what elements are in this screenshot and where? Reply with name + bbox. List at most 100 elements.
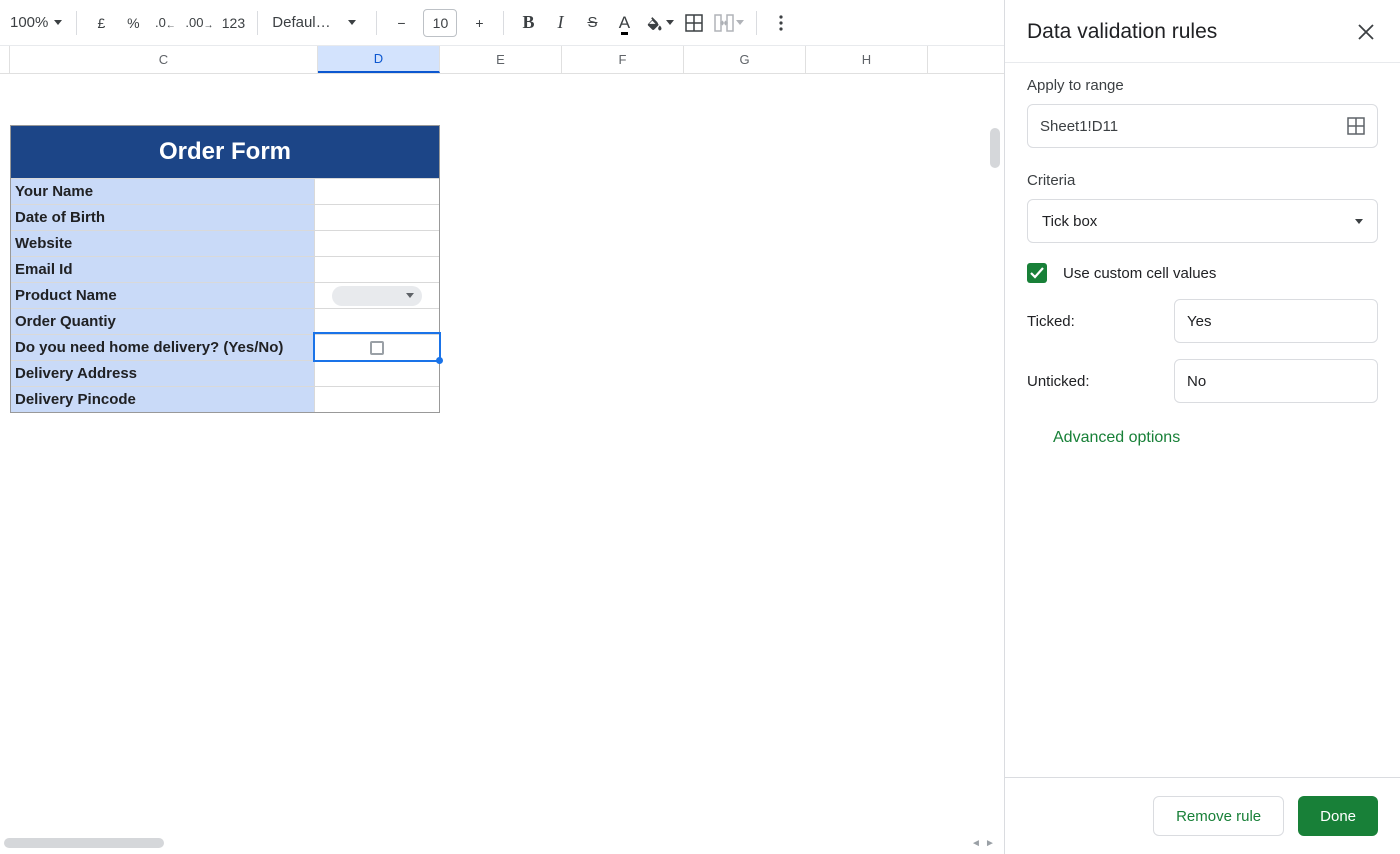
form-row-value-cell[interactable]: [315, 178, 439, 204]
panel-footer: Remove rule Done: [1005, 777, 1400, 854]
form-row-value-cell[interactable]: [315, 230, 439, 256]
custom-values-checkbox[interactable]: [1027, 263, 1047, 283]
borders-icon: [685, 14, 703, 32]
column-header-C[interactable]: C: [10, 46, 318, 73]
chevron-down-icon: [666, 20, 674, 25]
zoom-dropdown[interactable]: 100%: [4, 7, 68, 39]
panel-title: Data validation rules: [1027, 20, 1217, 44]
chevron-down-icon: [1355, 219, 1363, 224]
separator: [503, 11, 504, 35]
chevron-down-icon: [348, 20, 356, 25]
ticked-input[interactable]: Yes: [1174, 299, 1378, 343]
apply-range-input[interactable]: Sheet1!D11: [1027, 104, 1378, 148]
chevron-down-icon: [406, 293, 414, 298]
form-row-value-cell[interactable]: [315, 204, 439, 230]
criteria-value: Tick box: [1042, 213, 1097, 230]
data-validation-panel: Data validation rules Apply to range She…: [1004, 0, 1400, 854]
borders-button[interactable]: [678, 7, 710, 39]
form-row: Order Quantiy: [11, 308, 439, 334]
separator: [376, 11, 377, 35]
form-row-label: Order Quantiy: [11, 308, 315, 334]
unticked-label: Unticked:: [1027, 373, 1090, 390]
range-select-icon: [1347, 117, 1365, 135]
form-row-label: Delivery Pincode: [11, 386, 315, 412]
scroll-left-button[interactable]: ◄: [970, 837, 982, 849]
decrease-font-button[interactable]: −: [385, 7, 417, 39]
column-header-E[interactable]: E: [440, 46, 562, 73]
font-size-group: − 10 +: [385, 7, 495, 39]
close-icon: [1358, 24, 1374, 40]
column-header-F[interactable]: F: [562, 46, 684, 73]
product-dropdown[interactable]: [332, 286, 422, 306]
horizontal-scrollbar-thumb[interactable]: [4, 838, 164, 848]
custom-values-label: Use custom cell values: [1063, 265, 1216, 282]
ticked-label: Ticked:: [1027, 313, 1075, 330]
merge-icon: [714, 14, 734, 32]
form-row: Website: [11, 230, 439, 256]
vertical-scrollbar-thumb[interactable]: [990, 128, 1000, 168]
form-row-value-cell[interactable]: [315, 360, 439, 386]
horizontal-scrollbar: ◄ ►: [0, 836, 1002, 850]
scroll-right-button[interactable]: ►: [984, 837, 996, 849]
zoom-value: 100%: [10, 14, 48, 31]
form-row-label: Date of Birth: [11, 204, 315, 230]
form-row: Do you need home delivery? (Yes/No): [11, 334, 439, 360]
increase-font-button[interactable]: +: [463, 7, 495, 39]
increase-decimal-button[interactable]: .00→: [181, 7, 217, 39]
close-panel-button[interactable]: [1354, 20, 1378, 44]
column-header-D[interactable]: D: [318, 46, 440, 73]
column-header-H[interactable]: H: [806, 46, 928, 73]
italic-button[interactable]: I: [544, 7, 576, 39]
font-family-dropdown[interactable]: Defaul…: [266, 7, 336, 39]
form-row: Email Id: [11, 256, 439, 282]
more-button[interactable]: [765, 7, 797, 39]
order-form-range: Order Form Your NameDate of BirthWebsite…: [10, 125, 440, 413]
column-header-G[interactable]: G: [684, 46, 806, 73]
form-row: Date of Birth: [11, 204, 439, 230]
form-row-label: Website: [11, 230, 315, 256]
ticked-row: Ticked: Yes: [1027, 299, 1378, 343]
apply-range-label: Apply to range: [1027, 77, 1378, 94]
criteria-dropdown[interactable]: Tick box: [1027, 199, 1378, 243]
number-format-button[interactable]: 123: [217, 7, 249, 39]
form-row-value-cell[interactable]: [315, 386, 439, 412]
font-size-input[interactable]: 10: [423, 9, 457, 37]
form-title: Order Form: [11, 126, 439, 178]
currency-pound-button[interactable]: £: [85, 7, 117, 39]
form-row-label: Your Name: [11, 178, 315, 204]
check-icon: [1030, 267, 1044, 279]
separator: [756, 11, 757, 35]
form-row-value-cell[interactable]: [315, 308, 439, 334]
merge-cells-button[interactable]: [710, 7, 748, 39]
form-row-label: Email Id: [11, 256, 315, 282]
unticked-row: Unticked: No: [1027, 359, 1378, 403]
paint-bucket-icon: [644, 13, 664, 33]
custom-values-row: Use custom cell values: [1027, 263, 1378, 283]
form-row: Delivery Address: [11, 360, 439, 386]
form-row-value-cell[interactable]: [315, 282, 439, 308]
bold-button[interactable]: B: [512, 7, 544, 39]
apply-range-value: Sheet1!D11: [1040, 118, 1118, 135]
unticked-input[interactable]: No: [1174, 359, 1378, 403]
panel-body: Apply to range Sheet1!D11 Criteria Tick …: [1005, 63, 1400, 777]
fill-color-button[interactable]: [640, 7, 678, 39]
text-color-button[interactable]: A: [608, 7, 640, 39]
font-family-dropdown-arrow[interactable]: [336, 7, 368, 39]
done-button[interactable]: Done: [1298, 796, 1378, 836]
form-row: Delivery Pincode: [11, 386, 439, 412]
delivery-checkbox[interactable]: [370, 341, 384, 355]
chevron-down-icon: [54, 20, 62, 25]
panel-header: Data validation rules: [1005, 0, 1400, 62]
criteria-label: Criteria: [1027, 172, 1378, 189]
form-row-value-cell[interactable]: [315, 334, 439, 360]
advanced-options-button[interactable]: Advanced options: [1053, 429, 1378, 447]
remove-rule-button[interactable]: Remove rule: [1153, 796, 1284, 836]
decrease-decimal-button[interactable]: .0←: [149, 7, 181, 39]
percent-button[interactable]: %: [117, 7, 149, 39]
separator: [76, 11, 77, 35]
chevron-down-icon: [736, 20, 744, 25]
strikethrough-button[interactable]: S: [576, 7, 608, 39]
form-row: Your Name: [11, 178, 439, 204]
form-row-value-cell[interactable]: [315, 256, 439, 282]
form-row-label: Do you need home delivery? (Yes/No): [11, 334, 315, 360]
